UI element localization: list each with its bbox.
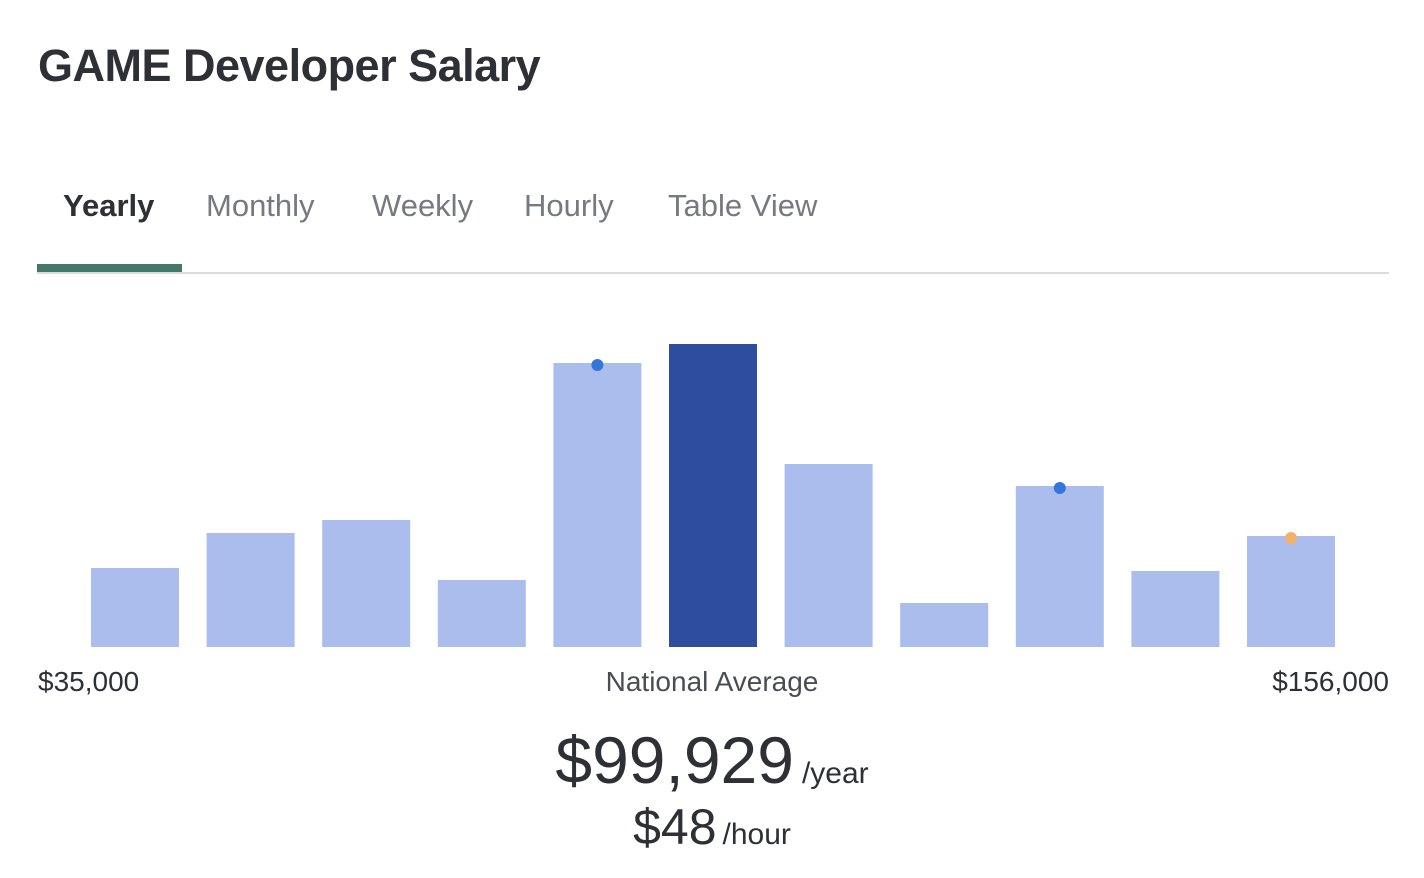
- tab-weekly[interactable]: Weekly: [372, 188, 473, 224]
- yearly-unit: /year: [801, 757, 869, 790]
- hourly-average-value: $48: [633, 799, 717, 855]
- bar[interactable]: [1131, 571, 1220, 647]
- marker-dot-orange[interactable]: [1285, 532, 1297, 544]
- bar[interactable]: [91, 568, 179, 647]
- bar[interactable]: [437, 580, 526, 647]
- hourly-average: $48/hour: [0, 798, 1424, 856]
- active-tab-indicator: [37, 264, 182, 272]
- bar[interactable]: [784, 464, 873, 647]
- tab-table-view[interactable]: Table View: [668, 188, 817, 224]
- bar[interactable]: [900, 603, 989, 647]
- bar[interactable]: [206, 533, 295, 647]
- bar[interactable]: [1015, 486, 1104, 647]
- period-tabs: Yearly Monthly Weekly Hourly Table View: [37, 180, 1389, 274]
- yearly-average-value: $99,929: [555, 723, 794, 797]
- marker-dot-blue[interactable]: [1053, 482, 1066, 494]
- bar[interactable]: [553, 363, 642, 647]
- yearly-average: $99,929/year: [0, 722, 1424, 798]
- bar[interactable]: [1247, 536, 1335, 647]
- tab-hourly[interactable]: Hourly: [524, 188, 614, 224]
- bar-national-average[interactable]: [669, 344, 757, 647]
- national-average-text: National Average: [605, 666, 819, 697]
- marker-dot-blue[interactable]: [591, 359, 604, 371]
- page-title: GAME Developer Salary: [38, 40, 541, 91]
- range-max-label: $156,000: [1272, 666, 1389, 697]
- bar[interactable]: [322, 520, 411, 647]
- national-average-label: National Average: [0, 666, 1424, 698]
- tab-yearly[interactable]: Yearly: [63, 188, 154, 224]
- tab-monthly[interactable]: Monthly: [206, 188, 315, 224]
- salary-histogram: [91, 344, 1335, 647]
- hourly-unit: /hour: [722, 818, 791, 851]
